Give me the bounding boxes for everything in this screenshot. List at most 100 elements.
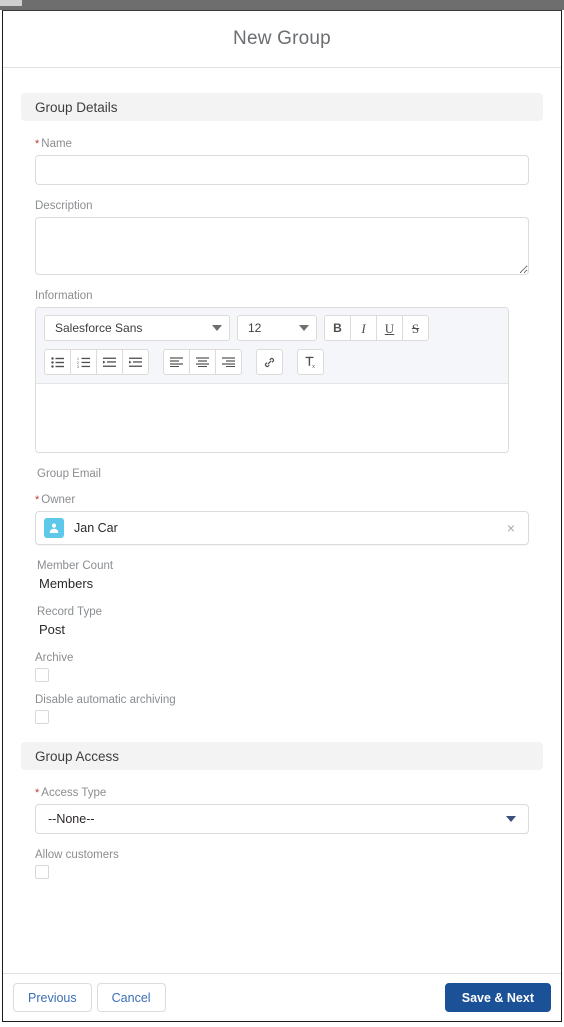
label-information: Information	[35, 290, 93, 302]
section-header-group-details: Group Details	[21, 93, 543, 121]
rte-toolbar: Salesforce Sans 12 B I U S 1 2 3 x	[36, 308, 508, 384]
modal-header: New Group	[3, 11, 561, 68]
user-avatar-icon	[44, 518, 64, 538]
modal-footer: Previous Cancel Save & Next	[3, 973, 561, 1021]
font-family-select[interactable]: Salesforce Sans	[44, 315, 230, 341]
link-button[interactable]	[256, 349, 283, 375]
allow-customers-checkbox[interactable]	[35, 865, 49, 879]
field-name: * Name	[21, 137, 543, 185]
cancel-button[interactable]: Cancel	[96, 983, 166, 1012]
label-owner: * Owner	[35, 493, 529, 507]
disable-automatic-archiving-checkbox[interactable]	[35, 710, 49, 724]
align-center-icon	[196, 357, 209, 367]
section-title: Group Access	[35, 748, 120, 764]
bold-icon: B	[333, 321, 342, 335]
label-name: * Name	[35, 137, 529, 151]
align-center-button[interactable]	[189, 349, 216, 375]
chevron-down-icon	[299, 325, 309, 331]
field-information: Information Salesforce Sans 12 B I U S 1…	[21, 289, 543, 453]
indent-increase-button[interactable]	[122, 349, 149, 375]
label-record-type: Record Type	[37, 606, 102, 618]
window-chrome-bar	[0, 0, 564, 10]
label-group-email: Group Email	[37, 468, 101, 480]
rich-text-content-area[interactable]	[36, 384, 508, 452]
rich-text-editor: Salesforce Sans 12 B I U S 1 2 3 x	[35, 307, 509, 453]
field-access-type: * Access Type --None--	[21, 786, 543, 834]
label-member-count: Member Count	[37, 560, 114, 572]
bulleted-list-icon	[51, 356, 64, 368]
field-group-email: Group Email	[21, 467, 543, 481]
section-header-group-access: Group Access	[21, 742, 543, 770]
access-type-select[interactable]: --None--	[35, 804, 529, 834]
link-icon	[263, 356, 276, 369]
required-asterisk-access-type: *	[35, 787, 40, 799]
field-owner: * Owner Jan Car ×	[21, 493, 543, 545]
underline-icon: U	[384, 320, 395, 336]
strikethrough-button[interactable]: S	[402, 315, 429, 341]
svg-text:3: 3	[77, 365, 79, 368]
label-owner-text: Owner	[41, 494, 76, 506]
label-description: Description	[35, 200, 93, 212]
align-left-button[interactable]	[163, 349, 190, 375]
label-access-type: * Access Type	[35, 786, 529, 800]
owner-value: Jan Car	[74, 521, 118, 535]
required-asterisk-name: *	[35, 138, 40, 150]
field-disable-automatic-archiving: Disable automatic archiving	[21, 693, 543, 724]
underline-button[interactable]: U	[376, 315, 403, 341]
required-asterisk-owner: *	[35, 494, 40, 506]
numbered-list-icon: 1 2 3	[77, 357, 90, 368]
window-chrome-left-stub	[0, 0, 22, 6]
indent-decrease-icon	[103, 357, 116, 368]
svg-text:x: x	[312, 364, 315, 369]
field-allow-customers: Allow customers	[21, 848, 543, 879]
remove-format-button-group: x	[297, 349, 324, 375]
field-member-count: Member Count Members	[21, 559, 543, 593]
font-size-select[interactable]: 12	[237, 315, 317, 341]
rte-toolbar-row-1: Salesforce Sans 12 B I U S	[44, 315, 500, 341]
label-archive: Archive	[35, 652, 74, 664]
name-input[interactable]	[35, 155, 529, 185]
label-disable-automatic-archiving: Disable automatic archiving	[35, 694, 176, 706]
indent-increase-icon	[129, 357, 142, 368]
align-button-group	[163, 349, 242, 375]
align-left-icon	[170, 357, 183, 367]
field-archive: Archive	[21, 651, 543, 682]
strikethrough-icon: S	[411, 320, 420, 336]
rte-toolbar-row-2: 1 2 3 x	[44, 349, 500, 375]
align-right-icon	[222, 357, 235, 367]
new-group-modal: New Group Group Details * Name Descriptio…	[2, 10, 562, 1022]
bulleted-list-button[interactable]	[44, 349, 71, 375]
italic-button[interactable]: I	[350, 315, 377, 341]
label-name-text: Name	[41, 138, 72, 150]
font-family-value: Salesforce Sans	[55, 321, 143, 335]
numbered-list-button[interactable]: 1 2 3	[70, 349, 97, 375]
record-type-value: Post	[39, 622, 66, 637]
align-right-button[interactable]	[215, 349, 242, 375]
link-button-group	[256, 349, 283, 375]
owner-lookup-field[interactable]: Jan Car ×	[35, 511, 529, 545]
save-and-next-button[interactable]: Save & Next	[444, 983, 551, 1012]
list-button-group: 1 2 3	[44, 349, 149, 375]
remove-format-button[interactable]: x	[297, 349, 324, 375]
remove-format-icon: x	[304, 356, 318, 369]
chevron-down-icon	[212, 325, 222, 331]
page-title: New Group	[233, 28, 331, 49]
label-allow-customers: Allow customers	[35, 849, 119, 861]
modal-body: Group Details * Name Description Informat…	[3, 68, 561, 973]
access-type-value: --None--	[48, 812, 95, 826]
field-record-type: Record Type Post	[21, 605, 543, 639]
indent-decrease-button[interactable]	[96, 349, 123, 375]
text-style-button-group: B I U S	[324, 315, 429, 341]
bold-button[interactable]: B	[324, 315, 351, 341]
previous-button[interactable]: Previous	[13, 983, 92, 1012]
archive-checkbox[interactable]	[35, 668, 49, 682]
member-count-value: Members	[39, 576, 94, 591]
italic-icon: I	[361, 320, 366, 336]
section-title: Group Details	[35, 99, 118, 115]
label-access-type-text: Access Type	[41, 787, 107, 799]
font-size-value: 12	[248, 321, 262, 335]
clear-owner-icon[interactable]: ×	[504, 521, 518, 535]
description-textarea[interactable]	[35, 217, 529, 275]
field-description: Description	[21, 199, 543, 275]
chevron-down-icon	[506, 816, 516, 822]
